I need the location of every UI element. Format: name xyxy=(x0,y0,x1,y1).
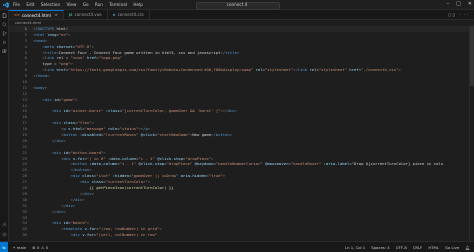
remote-indicator-icon[interactable]: ⇆ xyxy=(0,242,8,252)
branch-label: main xyxy=(16,244,27,250)
menu-file[interactable]: File xyxy=(13,2,20,7)
error-icon: ⊗ xyxy=(32,244,36,250)
settings-gear-icon[interactable] xyxy=(2,232,7,237)
tab-label: connect4.vue xyxy=(74,12,102,17)
indentation[interactable]: Spaces: 4 xyxy=(371,245,389,250)
command-center[interactable] xyxy=(196,1,280,10)
menu-view[interactable]: View xyxy=(66,2,76,7)
status-bar: ⇆ ⑂ main ⊗ 0 ⚠ 0 Ln 1, Col 1 Spaces: 4 U… xyxy=(0,241,474,252)
explorer-icon[interactable] xyxy=(2,13,7,18)
source-control-icon[interactable] xyxy=(2,31,7,36)
css-file-icon: # xyxy=(112,12,116,17)
line-number: 36 xyxy=(22,232,27,238)
problems-status[interactable]: ⊗ 0 ⚠ 0 xyxy=(32,245,48,250)
extensions-icon[interactable] xyxy=(2,49,7,54)
menu-go[interactable]: Go xyxy=(83,2,89,7)
tab-connect4-html[interactable]: <> connect4.html ✕ xyxy=(9,10,64,19)
title-bar: File Edit Selection View Go Run Terminal… xyxy=(0,0,474,10)
html-file-icon: <> xyxy=(14,13,20,17)
activity-bar xyxy=(0,10,9,242)
menu-edit[interactable]: Edit xyxy=(26,2,34,7)
search-icon[interactable] xyxy=(1,22,7,27)
more-actions-icon[interactable]: ··· xyxy=(460,12,470,17)
code-text: <div v-for="(cell, colNumber) in row" xyxy=(70,232,158,238)
vscode-logo-icon xyxy=(3,1,9,8)
go-live-button[interactable]: Go Live xyxy=(445,245,459,250)
minimize-icon[interactable]: – xyxy=(447,1,450,7)
editor-actions: ▯▯ ··· xyxy=(448,12,470,17)
split-editor-icon[interactable]: ▯▯ xyxy=(448,12,456,17)
close-icon[interactable]: ✕ xyxy=(55,13,58,17)
js-file-icon: JS xyxy=(68,12,73,17)
editor-tabs: <> connect4.html ✕ JS connect4.vue # con… xyxy=(9,10,474,20)
run-debug-icon[interactable] xyxy=(2,40,7,45)
maximize-icon[interactable]: □ xyxy=(456,1,461,7)
tab-connect4-vue[interactable]: JS connect4.vue xyxy=(64,10,108,19)
encoding[interactable]: UTF-8 xyxy=(396,245,407,250)
account-icon[interactable] xyxy=(2,222,7,227)
code-editor[interactable]: 1 <!DOCTYPE html> 2 <html lang="en"> 3 <head>… xyxy=(9,26,470,242)
menu-bar: File Edit Selection View Go Run Terminal… xyxy=(13,2,148,7)
code-line[interactable]: 36 <div v-for="(cell, colNumber) in row" xyxy=(9,232,470,238)
menu-run[interactable]: Run xyxy=(95,2,103,7)
language-mode[interactable]: HTML xyxy=(428,245,439,250)
close-icon[interactable]: ✕ xyxy=(468,1,472,7)
branch-icon: ⑂ xyxy=(13,244,16,250)
tab-label: connect4.css xyxy=(117,12,144,17)
branch-status[interactable]: ⑂ main xyxy=(13,245,26,250)
tab-label: connect4.html xyxy=(21,12,51,18)
error-count: 0 xyxy=(36,244,40,250)
scrollbar-thumb[interactable] xyxy=(470,26,474,86)
warning-icon: ⚠ xyxy=(40,244,45,250)
menu-selection[interactable]: Selection xyxy=(41,2,60,7)
cursor-position[interactable]: Ln 1, Col 1 xyxy=(345,245,365,250)
window-controls: – □ ✕ xyxy=(447,1,472,7)
notifications-bell-icon[interactable]: 🔔︎ xyxy=(465,245,470,250)
tab-connect4-css[interactable]: # connect4.css xyxy=(108,10,150,19)
breadcrumb-item[interactable]: connect4.html xyxy=(15,21,41,25)
warning-count: 0 xyxy=(45,244,49,250)
menu-help[interactable]: Help xyxy=(133,2,143,7)
end-of-line[interactable]: CRLF xyxy=(413,245,423,250)
vertical-scrollbar[interactable] xyxy=(469,26,474,242)
menu-terminal[interactable]: Terminal xyxy=(109,2,127,7)
